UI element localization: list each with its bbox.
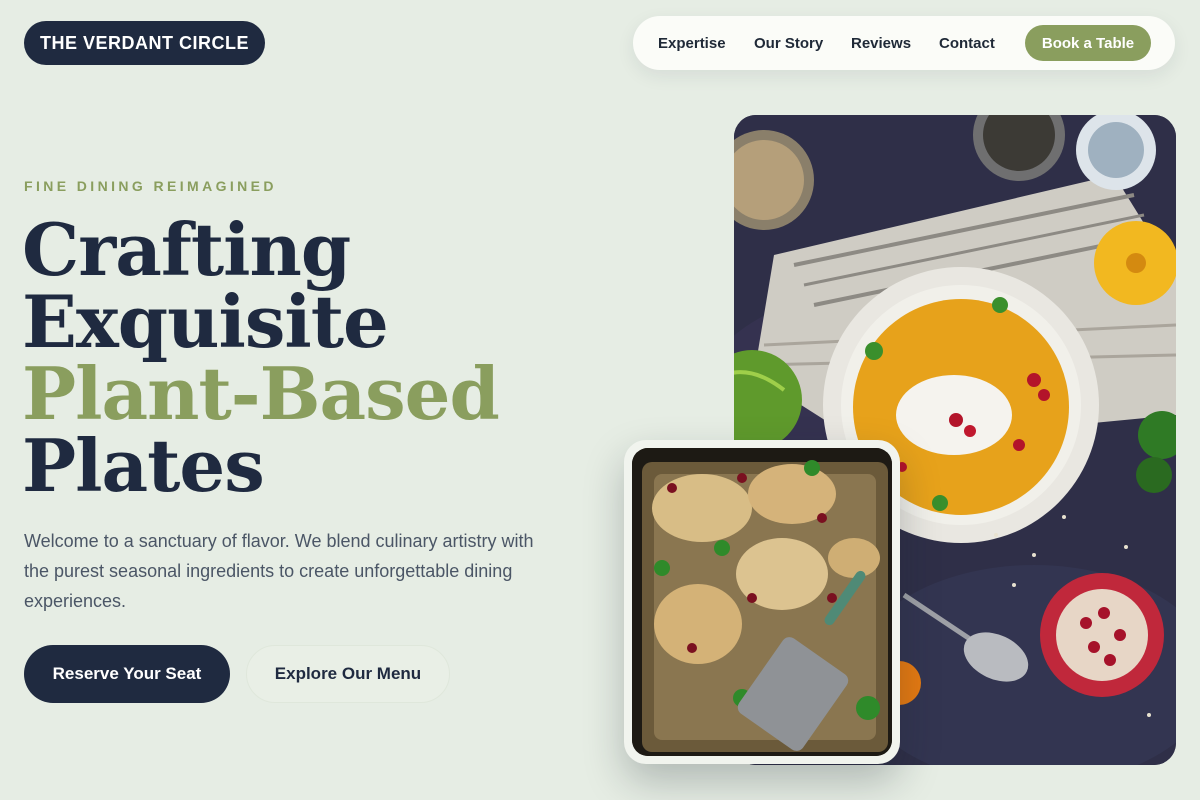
roasted-cauliflower-illustration (632, 448, 892, 756)
nav-link-expertise[interactable]: Expertise (658, 35, 726, 52)
reserve-seat-button[interactable]: Reserve Your Seat (24, 645, 230, 703)
hero-eyebrow: FINE DINING REIMAGINED (24, 178, 277, 194)
book-table-button[interactable]: Book a Table (1025, 25, 1151, 61)
nav-link-our-story[interactable]: Our Story (754, 35, 823, 52)
headline-line-1: Crafting (22, 207, 351, 292)
headline-line-3-accent: Plant-Based (22, 351, 500, 436)
secondary-dish-card (624, 440, 900, 764)
nav-link-contact[interactable]: Contact (939, 35, 995, 52)
headline-line-4: Plates (22, 423, 265, 508)
top-navigation: Expertise Our Story Reviews Contact Book… (633, 16, 1175, 70)
headline-line-2: Exquisite (22, 279, 389, 364)
nav-link-reviews[interactable]: Reviews (851, 35, 911, 52)
hero-intro: Welcome to a sanctuary of flavor. We ble… (24, 531, 534, 611)
explore-menu-button[interactable]: Explore Our Menu (246, 645, 450, 703)
brand-logo[interactable]: THE VERDANT CIRCLE (24, 21, 266, 65)
secondary-dish-photo (632, 448, 892, 756)
hero-headline: Crafting Exquisite Plant-Based Plates (22, 214, 542, 502)
